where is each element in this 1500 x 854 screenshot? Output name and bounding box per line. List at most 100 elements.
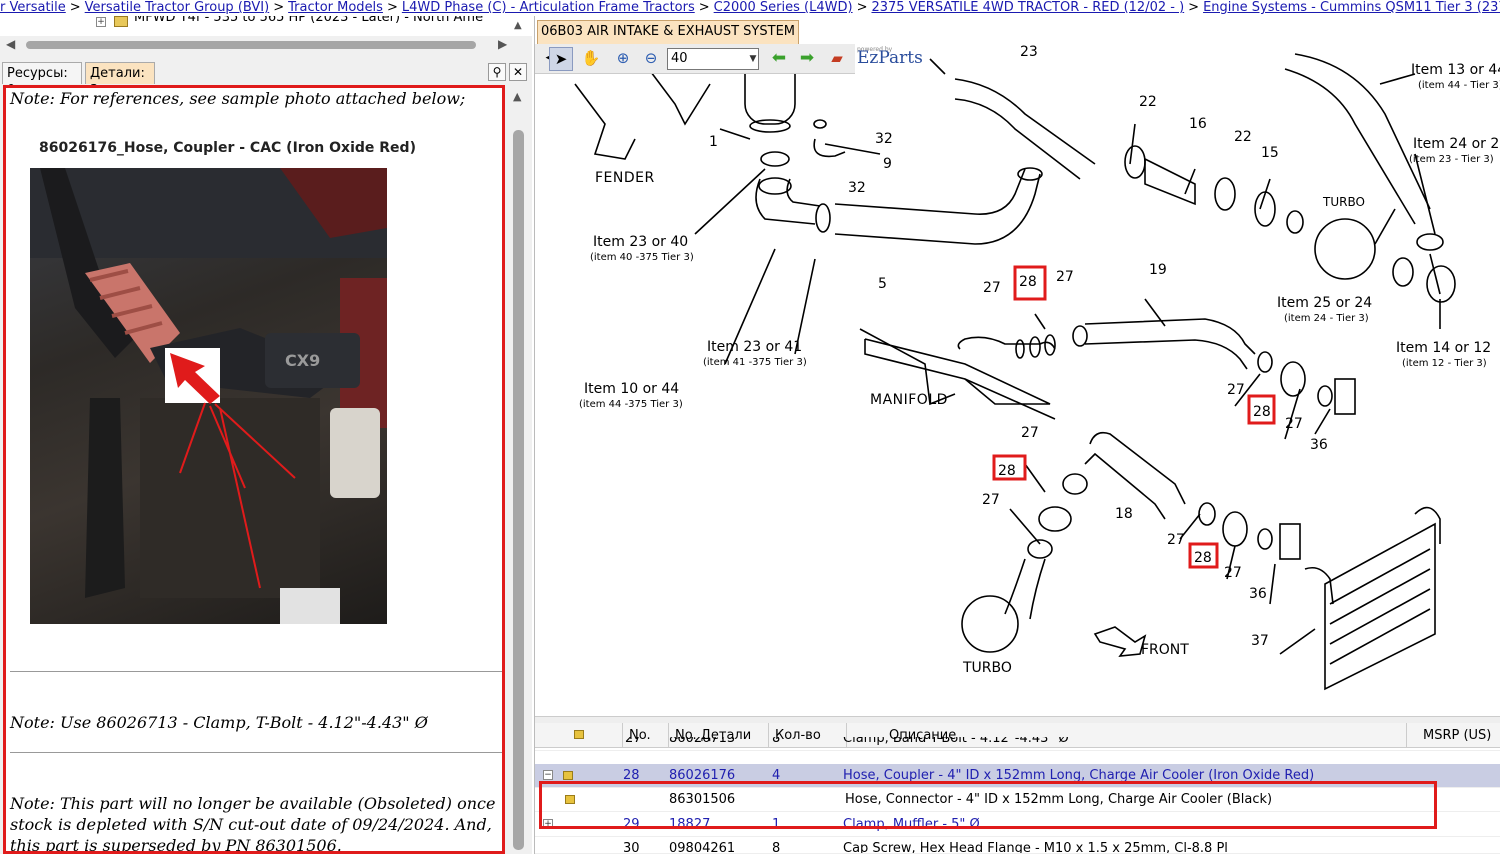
callout[interactable]: 15 <box>1261 145 1279 161</box>
breadcrumb: r Versatile > Versatile Tractor Group (BVI… <box>0 0 1500 16</box>
callout[interactable]: 28 <box>1019 274 1037 290</box>
callout[interactable]: 9 <box>883 156 892 172</box>
callout[interactable]: 1 <box>709 134 718 150</box>
callout[interactable]: 27 <box>1021 425 1039 441</box>
close-icon[interactable]: ✕ <box>509 63 527 81</box>
breadcrumb-link[interactable]: 2375 VERSATILE 4WD TRACTOR - RED (12/02 … <box>871 0 1184 15</box>
callout[interactable]: 16 <box>1189 116 1207 132</box>
label-item24-23-sub: (item 23 - Tier 3) <box>1409 154 1494 165</box>
note-clamp: Note: Use 86026713 - Clamp, T-Bolt - 4.1… <box>10 713 428 732</box>
pan-hand-icon[interactable]: ✋ <box>579 47 603 71</box>
label-fender: FENDER <box>595 170 655 186</box>
label-item23-40-sub: (item 40 -375 Tier 3) <box>590 252 694 263</box>
label-turbo-bottom: TURBO <box>962 660 1012 676</box>
cell-description: Clamp, Band T-Bolt - 4.12"-4.43" Ø <box>843 737 1069 746</box>
callout[interactable]: 37 <box>1251 633 1269 649</box>
scrollbar-thumb[interactable] <box>513 130 524 850</box>
callout[interactable]: 27 <box>1167 532 1185 548</box>
forward-arrow-icon[interactable]: ➡ <box>795 47 819 71</box>
callout[interactable]: 27 <box>982 492 1000 508</box>
table-row[interactable]: 30 09804261 8 Cap Screw, Hex Head Flange… <box>535 837 1500 854</box>
callout[interactable]: 27 <box>1285 416 1303 432</box>
label-front: FRONT <box>1141 642 1189 658</box>
tab-diagram[interactable]: 06B03 AIR INTAKE & EXHAUST SYSTEM <box>537 20 799 44</box>
label-item23-41: Item 23 or 41 <box>707 339 802 355</box>
table-row[interactable]: 27 86026713 8 Clamp, Band T-Bolt - 4.12"… <box>535 737 1500 751</box>
label-item14-12: Item 14 or 12 <box>1396 340 1491 356</box>
left-tabbar: Ресурсы: 0 Детали: 3 ⚲ ✕ <box>0 60 532 98</box>
callout[interactable]: 23 <box>1020 44 1038 60</box>
cell-qty: 8 <box>772 737 781 746</box>
breadcrumb-link[interactable]: Versatile Tractor Group (BVI) <box>85 0 270 15</box>
callout[interactable]: 5 <box>878 276 887 292</box>
note-icon[interactable] <box>563 771 573 780</box>
pointer-tool-icon[interactable]: ➤ <box>549 47 573 71</box>
breadcrumb-link[interactable]: Engine Systems - Cummins QSM11 Tier 3 (2… <box>1203 0 1500 15</box>
row-highlight-box <box>539 781 1437 829</box>
pane-splitter[interactable] <box>535 716 1500 723</box>
callout[interactable]: 27 <box>1056 269 1074 285</box>
cell-no: 27 <box>625 737 642 746</box>
label-item10-44-sub: (item 44 -375 Tier 3) <box>579 399 683 410</box>
breadcrumb-link[interactable]: Tractor Models <box>288 0 383 15</box>
cell-part-no: 86026713 <box>669 737 736 746</box>
tree-item[interactable]: MFWD T4f - 535 to 565 HP (2023 - Later) … <box>134 16 483 25</box>
breadcrumb-link[interactable]: C2000 Series (L4WD) <box>714 0 853 15</box>
note-reference: Note: For references, see sample photo a… <box>10 89 466 108</box>
tab-resources[interactable]: Ресурсы: 0 <box>2 62 82 98</box>
cell-description: Cap Screw, Hex Head Flange - M10 x 1.5 x… <box>843 841 1228 854</box>
zoom-out-icon[interactable]: ⊖ <box>639 47 663 71</box>
cell-no: 30 <box>623 841 640 854</box>
note-obsolete: Note: This part will no longer be availa… <box>10 794 496 854</box>
label-item25-24: Item 25 or 24 <box>1277 295 1372 311</box>
callout[interactable]: 18 <box>1115 506 1133 522</box>
tree-expander[interactable]: + <box>96 17 106 27</box>
label-item13-44-sub: (item 44 - Tier 3) <box>1418 80 1500 91</box>
zoom-dropdown-icon[interactable]: ▼ <box>747 49 759 69</box>
callout[interactable]: 32 <box>875 131 893 147</box>
tab-details[interactable]: Детали: 3 <box>85 62 155 98</box>
back-arrow-icon[interactable]: ⬅ <box>767 47 791 71</box>
right-pane: FENDER MANIFOLD TURBO TURBO FRONT Item 2… <box>534 16 1500 854</box>
notes-panel: Note: For references, see sample photo a… <box>3 85 505 854</box>
zoom-input[interactable]: 40 <box>667 48 759 70</box>
exploded-diagram[interactable]: FENDER MANIFOLD TURBO TURBO FRONT Item 2… <box>535 44 1500 716</box>
breadcrumb-link[interactable]: L4WD Phase (C) - Articulation Frame Trac… <box>402 0 695 15</box>
scrollbar-thumb[interactable] <box>26 41 476 49</box>
svg-text:CX9: CX9 <box>285 351 320 370</box>
callout[interactable]: 19 <box>1149 262 1167 278</box>
tree-horizontal-scrollbar[interactable]: ◀ ▶ <box>0 36 532 54</box>
parts-grid: No. No. Детали Кол-во Описание MSRP (US)… <box>535 723 1500 854</box>
label-item23-41-sub: (item 41 -375 Tier 3) <box>703 357 807 368</box>
label-turbo-top: TURBO <box>1322 195 1365 209</box>
pin-icon[interactable]: ⚲ <box>488 63 506 81</box>
collapse-toggle[interactable]: − <box>543 770 553 780</box>
callout[interactable]: 28 <box>998 463 1016 479</box>
callout[interactable]: 27 <box>1224 565 1242 581</box>
callout[interactable]: 32 <box>848 180 866 196</box>
scroll-up-arrow-icon[interactable]: ▲ <box>513 90 521 103</box>
callout[interactable]: 27 <box>983 280 1001 296</box>
folder-icon <box>114 16 128 27</box>
divider <box>10 752 502 753</box>
part-photo: CX9 <box>30 168 387 624</box>
callout[interactable]: 36 <box>1249 586 1267 602</box>
zoom-in-icon[interactable]: ⊕ <box>611 47 635 71</box>
callout[interactable]: 36 <box>1310 437 1328 453</box>
label-item23-40: Item 23 or 40 <box>593 234 688 250</box>
photo-caption: 86026176_Hose, Coupler - CAC (Iron Oxide… <box>39 140 416 156</box>
scroll-up-arrow-icon[interactable]: ▲ <box>514 20 522 31</box>
callout[interactable]: 28 <box>1194 550 1212 566</box>
label-item25-24-sub: (item 24 - Tier 3) <box>1284 313 1369 324</box>
highlight-boxes <box>992 265 1276 569</box>
scroll-left-arrow-icon[interactable]: ◀ <box>6 37 15 51</box>
callout[interactable]: 22 <box>1234 129 1252 145</box>
callout[interactable]: 27 <box>1227 382 1245 398</box>
breadcrumb-link[interactable]: r Versatile <box>0 0 66 15</box>
callout[interactable]: 22 <box>1139 94 1157 110</box>
divider <box>10 671 502 672</box>
callout[interactable]: 28 <box>1253 404 1271 420</box>
print-icon[interactable]: ▰ <box>825 47 849 71</box>
scroll-right-arrow-icon[interactable]: ▶ <box>498 37 507 51</box>
notes-vertical-scrollbar[interactable]: ▲ <box>508 88 530 854</box>
